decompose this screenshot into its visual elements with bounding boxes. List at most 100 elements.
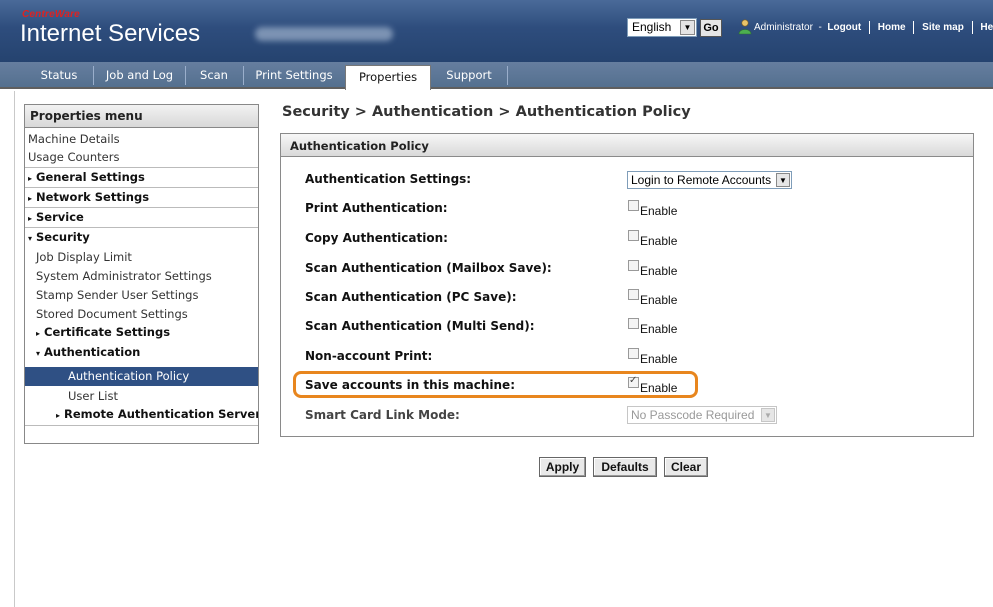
language-value: English <box>632 20 672 34</box>
tab-status[interactable]: Status <box>30 62 88 89</box>
logo-internet-services: Internet Services <box>20 20 201 47</box>
scan-authentication-pc-label: Scan Authentication (PC Save): <box>305 290 517 304</box>
scan-authentication-mailbox-checkbox[interactable]: Enable <box>628 260 677 278</box>
tab-print-settings[interactable]: Print Settings <box>248 62 340 89</box>
help-link[interactable]: Help... <box>980 22 993 33</box>
properties-menu-title: Properties menu <box>25 105 258 128</box>
scan-authentication-pc-checkbox[interactable]: Enable <box>628 289 677 307</box>
sidebar-item-general-settings[interactable]: ▸ General Settings <box>25 167 258 187</box>
sidebar-item-remote-authentication-servers[interactable]: ▸ Remote Authentication Servers <box>25 405 258 424</box>
chevron-right-icon: ▸ <box>36 329 41 338</box>
sidebar-item-certificate-settings[interactable]: ▸ Certificate Settings <box>25 323 258 342</box>
sidebar-item-label: Remote Authentication Servers <box>64 407 259 421</box>
sidebar-item-label: User List <box>68 389 118 403</box>
copy-authentication-label: Copy Authentication: <box>305 231 448 245</box>
chevron-right-icon: ▸ <box>28 214 33 223</box>
tab-divider <box>507 66 508 85</box>
chevron-right-icon: ▸ <box>28 194 33 203</box>
chevron-down-icon: ▼ <box>776 173 790 187</box>
checkbox-box[interactable] <box>628 318 639 329</box>
apply-button[interactable]: Apply <box>539 457 586 477</box>
sidebar-item-label: Machine Details <box>28 132 120 146</box>
sidebar-item-label: Network Settings <box>36 190 150 204</box>
scan-authentication-mailbox-label: Scan Authentication (Mailbox Save): <box>305 261 552 275</box>
properties-menu: Properties menu Machine Details Usage Co… <box>24 104 259 444</box>
authentication-settings-select[interactable]: Login to Remote Accounts ▼ <box>627 171 792 189</box>
sidebar-item-system-administrator-settings[interactable]: System Administrator Settings <box>25 267 258 285</box>
page-border <box>14 91 15 607</box>
tab-support[interactable]: Support <box>436 62 502 89</box>
highlight-outline <box>293 371 698 398</box>
divider <box>971 21 973 34</box>
user-label: Administrator <box>754 22 813 34</box>
home-link[interactable]: Home <box>878 22 906 33</box>
sidebar-item-authentication[interactable]: ▾ Authentication <box>25 343 258 362</box>
sidebar-item-label: Stored Document Settings <box>36 307 188 321</box>
tab-properties[interactable]: Properties <box>345 65 431 90</box>
page-title: Security > Authentication > Authenticati… <box>282 104 691 120</box>
checkbox-box[interactable] <box>628 289 639 300</box>
sidebar-item-service[interactable]: ▸ Service <box>25 207 258 227</box>
chevron-down-icon: ▼ <box>761 408 775 422</box>
smart-card-link-mode-select: No Passcode Required ▼ <box>627 406 777 424</box>
chevron-down-icon: ▾ <box>28 234 33 243</box>
non-account-print-label: Non-account Print: <box>305 349 433 363</box>
authentication-settings-label: Authentication Settings: <box>305 172 472 186</box>
smart-card-link-mode-label: Smart Card Link Mode: <box>305 408 460 422</box>
defaults-button[interactable]: Defaults <box>593 457 657 477</box>
scan-authentication-multi-label: Scan Authentication (Multi Send): <box>305 319 535 333</box>
sidebar-item-network-settings[interactable]: ▸ Network Settings <box>25 187 258 207</box>
print-authentication-label: Print Authentication: <box>305 201 448 215</box>
smart-card-link-mode-value: No Passcode Required <box>631 408 755 422</box>
sidebar-item-label: Certificate Settings <box>44 325 171 339</box>
sidebar-item-authentication-policy[interactable]: Authentication Policy <box>25 367 258 386</box>
tab-divider <box>93 66 94 85</box>
non-account-print-checkbox[interactable]: Enable <box>628 348 677 366</box>
header-bar: CentreWare Internet Services English ▼ G… <box>0 0 993 62</box>
sitemap-link[interactable]: Site map <box>922 22 964 33</box>
sidebar-item-usage-counters[interactable]: Usage Counters <box>25 148 258 166</box>
sidebar-item-label: Service <box>36 210 84 224</box>
panel-title: Authentication Policy <box>281 134 973 157</box>
logo-centreware: CentreWare <box>22 9 80 20</box>
checkbox-box[interactable] <box>628 200 639 211</box>
chevron-right-icon: ▸ <box>28 174 33 183</box>
sidebar-item-label: Stamp Sender User Settings <box>36 288 199 302</box>
sidebar-item-stamp-sender-user-settings[interactable]: Stamp Sender User Settings <box>25 286 258 304</box>
sidebar-bottom-divider <box>25 425 258 426</box>
sidebar-item-job-display-limit[interactable]: Job Display Limit <box>25 248 258 266</box>
sidebar-item-label: Job Display Limit <box>36 250 132 264</box>
sidebar-item-user-list[interactable]: User List <box>25 387 258 405</box>
tab-bar: Status Job and Log Scan Print Settings P… <box>0 62 993 90</box>
sidebar-item-label: Security <box>36 230 90 244</box>
chevron-down-icon: ▼ <box>680 20 695 35</box>
sidebar-item-label: Authentication <box>44 345 141 359</box>
sidebar-item-label: Authentication Policy <box>68 369 190 383</box>
chevron-down-icon: ▾ <box>36 349 41 358</box>
host-name-blurred <box>255 27 393 41</box>
tab-job-and-log[interactable]: Job and Log <box>97 62 182 89</box>
sidebar-item-security[interactable]: ▾ Security <box>25 227 258 247</box>
sidebar-item-label: System Administrator Settings <box>36 269 212 283</box>
logout-link[interactable]: Logout <box>827 22 861 33</box>
language-select[interactable]: English ▼ <box>627 18 697 37</box>
copy-authentication-checkbox[interactable]: Enable <box>628 230 677 248</box>
checkbox-box[interactable] <box>628 260 639 271</box>
checkbox-box[interactable] <box>628 348 639 359</box>
scan-authentication-multi-checkbox[interactable]: Enable <box>628 318 677 336</box>
go-button[interactable]: Go <box>700 19 722 37</box>
tab-divider <box>243 66 244 85</box>
divider <box>913 21 915 34</box>
sidebar-item-stored-document-settings[interactable]: Stored Document Settings <box>25 305 258 323</box>
tab-divider <box>185 66 186 85</box>
clear-button[interactable]: Clear <box>664 457 708 477</box>
sidebar-item-label: General Settings <box>36 170 145 184</box>
tab-scan[interactable]: Scan <box>190 62 238 89</box>
divider <box>869 21 871 34</box>
user-icon <box>738 19 752 35</box>
sidebar-item-machine-details[interactable]: Machine Details <box>25 130 258 148</box>
checkbox-box[interactable] <box>628 230 639 241</box>
authentication-settings-value: Login to Remote Accounts <box>631 173 772 187</box>
sidebar-item-label: Usage Counters <box>28 150 120 164</box>
print-authentication-checkbox[interactable]: Enable <box>628 200 677 218</box>
